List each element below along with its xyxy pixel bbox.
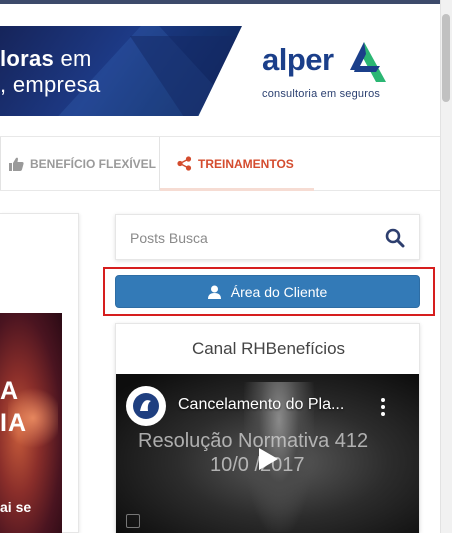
area-do-cliente-button[interactable]: Área do Cliente xyxy=(115,275,420,308)
scrollbar-thumb[interactable] xyxy=(442,14,450,102)
active-tab-indicator xyxy=(160,188,314,191)
more-options-icon[interactable] xyxy=(378,396,388,418)
hero-banner[interactable]: loras em , empresa xyxy=(0,26,242,116)
page-scrollbar[interactable] xyxy=(440,0,452,533)
channel-avatar-icon[interactable] xyxy=(126,386,166,426)
button-label: Área do Cliente xyxy=(230,283,328,300)
thumbnail-text-2: IA xyxy=(0,409,27,437)
logo-mark-icon xyxy=(350,42,386,82)
nav-item-treinamentos[interactable]: TREINAMENTOS xyxy=(176,137,294,190)
banner-line-1: loras em xyxy=(0,46,92,71)
alper-logo[interactable]: alper consultoria em seguros xyxy=(262,38,402,104)
nav-item-beneficio-flexivel[interactable]: BENEFÍCIO FLEXÍVEL xyxy=(8,137,156,190)
thumbnail-text-1: A xyxy=(0,377,20,405)
banner-line-2: , empresa xyxy=(0,72,101,97)
video-player[interactable]: Resolução Normativa 412 10/0 /2017 Cance… xyxy=(116,374,419,533)
nav-item-label: BENEFÍCIO FLEXÍVEL xyxy=(30,156,157,171)
play-button[interactable] xyxy=(250,444,286,474)
thumbs-up-icon xyxy=(8,156,24,172)
search-icon[interactable] xyxy=(385,228,405,248)
post-thumbnail[interactable]: A IA ai se xyxy=(0,313,62,533)
main-nav: BENEFÍCIO FLEXÍVEL TREINAMENTOS xyxy=(0,136,440,191)
search-input[interactable] xyxy=(130,226,370,250)
video-control-icon[interactable] xyxy=(126,514,140,528)
nav-item-label: TREINAMENTOS xyxy=(198,156,294,171)
video-title[interactable]: Cancelamento do Pla... xyxy=(178,396,344,414)
widget-title: Canal RHBenefícios xyxy=(191,339,346,358)
logo-wordmark: alper xyxy=(262,42,334,77)
user-icon xyxy=(207,285,221,299)
play-icon xyxy=(259,448,278,470)
logo-tagline: consultoria em seguros xyxy=(262,88,381,100)
thumbnail-text-3: ai se xyxy=(0,499,32,515)
top-accent-bar xyxy=(0,0,440,4)
channel-widget: Canal RHBenefícios Resolução Normativa 4… xyxy=(115,323,420,533)
search-widget xyxy=(115,214,420,260)
share-icon xyxy=(176,156,192,172)
